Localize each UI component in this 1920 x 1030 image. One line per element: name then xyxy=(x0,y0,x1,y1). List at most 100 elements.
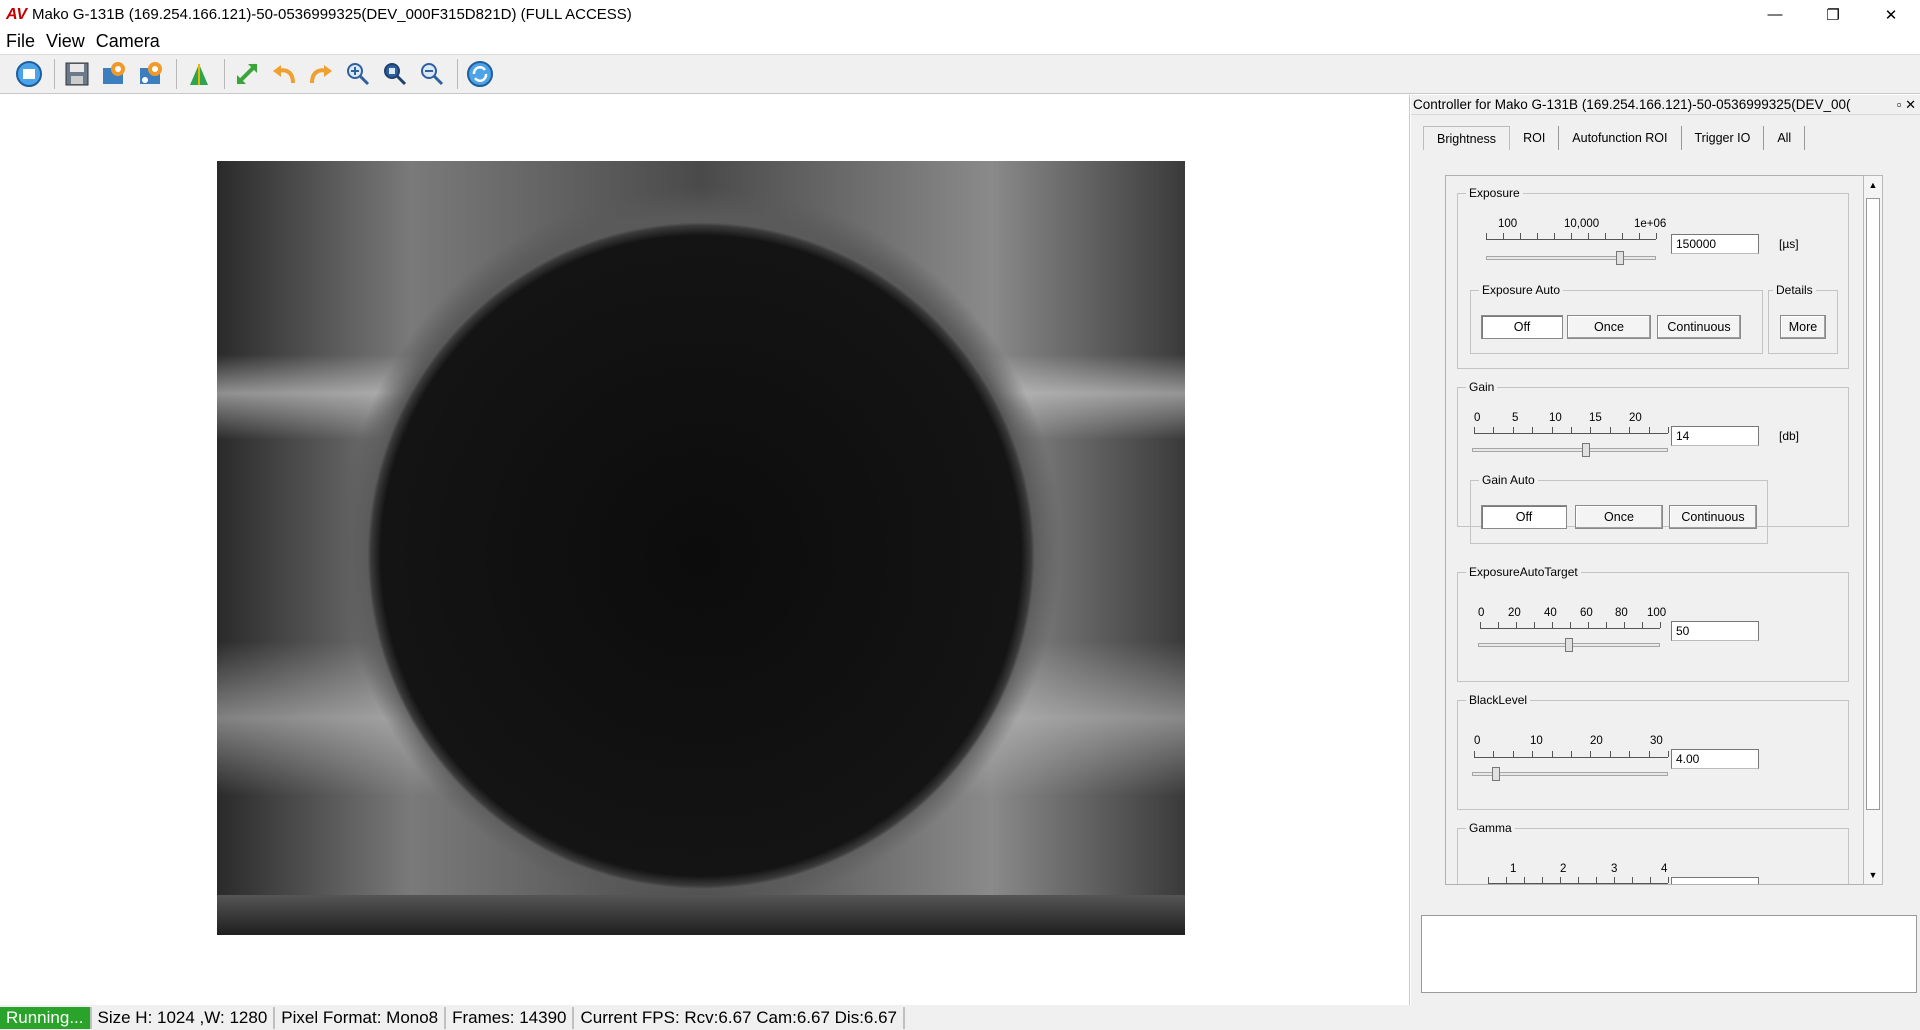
exposure-slider-handle[interactable] xyxy=(1616,251,1625,265)
black-level-group: BlackLevel 0 10 20 30 4.00 xyxy=(1457,693,1849,810)
gain-scale-label: 5 xyxy=(1512,412,1519,424)
rotate-right-icon[interactable] xyxy=(304,57,338,91)
slider-tick xyxy=(1668,877,1669,883)
more-button[interactable]: More xyxy=(1780,315,1826,339)
restore-button[interactable]: ❐ xyxy=(1804,0,1862,29)
gamma-scale-label: 2 xyxy=(1560,863,1567,875)
slider-tick xyxy=(1560,877,1561,883)
zoom-in-icon[interactable] xyxy=(341,57,375,91)
scroll-thumb[interactable] xyxy=(1866,198,1880,810)
acquire-icon[interactable] xyxy=(12,57,46,91)
eat-value-input[interactable]: 50 xyxy=(1671,621,1759,641)
rotate-left-icon[interactable] xyxy=(267,57,301,91)
bl-scale-label: 10 xyxy=(1530,735,1543,747)
bl-slider-track[interactable] xyxy=(1472,772,1668,776)
gain-scale-label: 0 xyxy=(1474,412,1481,424)
tab-all[interactable]: All xyxy=(1764,126,1806,150)
gain-slider-track[interactable] xyxy=(1472,448,1668,452)
scroll-down-icon[interactable]: ▼ xyxy=(1864,866,1882,884)
window-title: Mako G-131B (169.254.166.121)-50-0536999… xyxy=(32,6,632,23)
slider-tick xyxy=(1629,427,1631,433)
slider-tick xyxy=(1551,427,1553,433)
save-icon[interactable] xyxy=(60,57,94,91)
slider-tick xyxy=(1578,877,1579,883)
controller-scrollbar[interactable]: ▲ ▼ xyxy=(1863,175,1883,885)
toolbar-separator xyxy=(457,59,458,89)
controller-header-buttons[interactable]: ▫ ✕ xyxy=(1897,97,1916,113)
slider-tick xyxy=(1474,427,1475,433)
bl-value-input[interactable]: 4.00 xyxy=(1671,749,1759,769)
slider-tick xyxy=(1660,622,1661,628)
tab-autofunction-roi[interactable]: Autofunction ROI xyxy=(1559,126,1682,150)
gain-auto-off-button[interactable]: Off xyxy=(1481,505,1567,529)
histogram-icon[interactable] xyxy=(182,57,216,91)
tab-brightness[interactable]: Brightness xyxy=(1423,126,1511,150)
gain-slider-handle[interactable] xyxy=(1581,443,1590,457)
fit-to-window-icon[interactable] xyxy=(230,57,264,91)
tab-roi[interactable]: ROI xyxy=(1510,126,1560,150)
slider-tick xyxy=(1516,622,1517,628)
details-title: Details xyxy=(1773,283,1816,297)
gamma-title: Gamma xyxy=(1466,821,1515,835)
scroll-up-icon[interactable]: ▲ xyxy=(1864,176,1882,194)
minimize-button[interactable]: — xyxy=(1746,0,1804,29)
toolbar-separator xyxy=(176,59,177,89)
slider-tick xyxy=(1624,622,1625,628)
gain-value-input[interactable]: 14 xyxy=(1671,426,1759,446)
slider-tick xyxy=(1588,622,1589,628)
bl-scale-label: 30 xyxy=(1650,735,1663,747)
refresh-icon[interactable] xyxy=(463,57,497,91)
gain-auto-title: Gain Auto xyxy=(1479,473,1538,487)
camera-settings-2-icon[interactable] xyxy=(134,57,168,91)
menu-camera[interactable]: Camera xyxy=(96,31,160,52)
menu-file[interactable]: File xyxy=(6,31,35,52)
slider-tick xyxy=(1474,751,1475,757)
menu-bar: File View Camera xyxy=(0,29,1920,54)
status-running: Running... xyxy=(0,1006,92,1029)
slider-tick xyxy=(1512,427,1514,433)
camera-settings-icon[interactable] xyxy=(97,57,131,91)
slider-tick xyxy=(1668,751,1669,757)
exposure-auto-once-button[interactable]: Once xyxy=(1567,315,1651,339)
exposure-auto-off-button[interactable]: Off xyxy=(1481,315,1563,339)
camera-live-image[interactable] xyxy=(217,161,1185,935)
gamma-tick-line xyxy=(1488,883,1668,884)
status-bar: Running... Size H: 1024 ,W: 1280 Pixel F… xyxy=(0,1005,1920,1030)
zoom-fit-icon[interactable] xyxy=(378,57,412,91)
slider-tick xyxy=(1668,427,1669,433)
zoom-out-icon[interactable] xyxy=(415,57,449,91)
slider-tick xyxy=(1524,877,1525,883)
gain-group: Gain 0 5 10 15 20 14 [db] Gain Auto Off … xyxy=(1457,380,1849,544)
exposure-scale-label: 1e+06 xyxy=(1634,218,1667,230)
gain-auto-continuous-button[interactable]: Continuous xyxy=(1669,505,1757,529)
eat-scale-label: 20 xyxy=(1508,607,1521,619)
toolbar-separator xyxy=(224,59,225,89)
eat-slider-handle[interactable] xyxy=(1565,638,1573,652)
gamma-scale-label: 4 xyxy=(1661,863,1668,875)
slider-tick xyxy=(1648,427,1650,433)
exposure-value-input[interactable]: 150000 xyxy=(1671,234,1759,254)
exposure-scale-label: 10,000 xyxy=(1564,218,1600,230)
bl-slider-handle[interactable] xyxy=(1491,767,1500,781)
slider-tick xyxy=(1537,233,1538,239)
tab-trigger-io[interactable]: Trigger IO xyxy=(1682,126,1765,150)
gain-tick-line xyxy=(1474,433,1668,434)
controller-info-box xyxy=(1421,915,1917,993)
exposure-auto-continuous-button[interactable]: Continuous xyxy=(1657,315,1741,339)
gain-auto-once-button[interactable]: Once xyxy=(1575,505,1663,529)
menu-view[interactable]: View xyxy=(46,31,85,52)
slider-tick xyxy=(1551,751,1553,757)
slider-tick xyxy=(1532,751,1534,757)
bl-scale-label: 0 xyxy=(1474,735,1481,747)
gain-auto-group: Gain Auto Off Once Continuous xyxy=(1470,473,1768,544)
slider-tick xyxy=(1632,877,1633,883)
eat-scale-label: 80 xyxy=(1615,607,1628,619)
exposure-slider-track[interactable] xyxy=(1486,256,1656,260)
slider-tick xyxy=(1554,233,1555,239)
gamma-value-input[interactable] xyxy=(1671,877,1759,884)
toolbar-separator xyxy=(54,59,55,89)
status-pixel-format: Pixel Format: Mono8 xyxy=(275,1006,447,1029)
image-viewer[interactable] xyxy=(0,95,1410,1005)
close-button[interactable]: ✕ xyxy=(1862,0,1920,29)
slider-tick xyxy=(1609,751,1611,757)
